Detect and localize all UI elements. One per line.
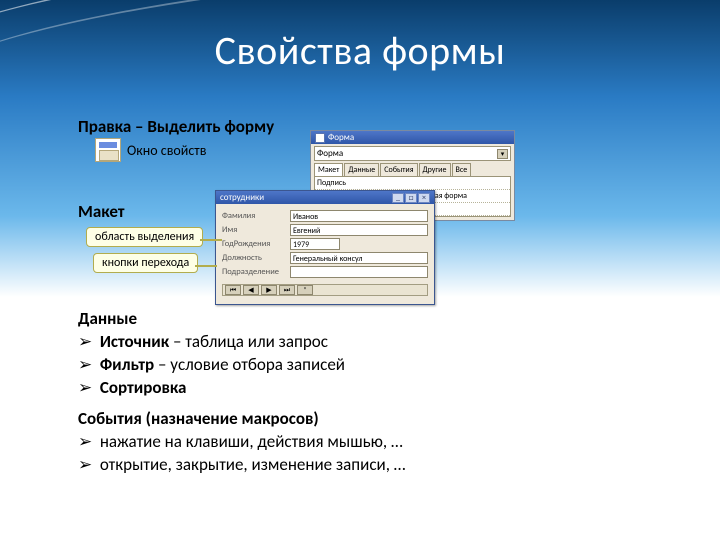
field-birthyear: ГодРождения 1979 bbox=[222, 238, 428, 250]
properties-window-label: Окно свойств bbox=[127, 142, 206, 159]
tab-other[interactable]: Другие bbox=[419, 163, 451, 176]
bullet-event-record: ➢ открытие, закрытие, изменение записи, … bbox=[78, 454, 660, 477]
field-position: Должность Генеральный консул bbox=[222, 252, 428, 264]
dialog-body: Фамилия Иванов Имя Евгений ГодРождения 1… bbox=[216, 204, 434, 304]
nav-next-button[interactable]: ▶ bbox=[261, 285, 277, 295]
nav-new-button[interactable]: * bbox=[297, 285, 313, 295]
bullet-arrow-icon: ➢ bbox=[78, 377, 96, 400]
bullet-arrow-icon: ➢ bbox=[78, 454, 96, 477]
field-firstname: Имя Евгений bbox=[222, 224, 428, 236]
callout-nav-buttons: кнопки перехода bbox=[93, 253, 198, 273]
dialog-titlebar: сотрудники _ □ × bbox=[216, 191, 434, 204]
employees-dialog: сотрудники _ □ × Фамилия Иванов Имя Евге… bbox=[215, 190, 435, 305]
propsheet-tabs: Макет Данные События Другие Все bbox=[311, 163, 514, 176]
propsheet-titlebar: Форма bbox=[311, 131, 514, 144]
minimize-icon[interactable]: _ bbox=[392, 193, 404, 203]
dialog-title: сотрудники bbox=[220, 192, 264, 203]
prop-row[interactable]: Подпись bbox=[315, 177, 510, 190]
section-data: Данные bbox=[78, 308, 660, 331]
bullet-event-keys: ➢ нажатие на клавиши, действия мышью, … bbox=[78, 431, 660, 454]
properties-icon bbox=[95, 138, 121, 162]
tab-data[interactable]: Данные bbox=[344, 163, 379, 176]
bullet-arrow-icon: ➢ bbox=[78, 431, 96, 454]
bullet-filter: ➢ Фильтр – условие отбора записей bbox=[78, 354, 660, 377]
department-input[interactable] bbox=[290, 266, 428, 278]
chevron-down-icon[interactable]: ▾ bbox=[497, 149, 508, 159]
section-events: События (назначение макросов) bbox=[78, 408, 660, 431]
nav-first-button[interactable]: ⏮ bbox=[225, 285, 241, 295]
bullet-arrow-icon: ➢ bbox=[78, 354, 96, 377]
tab-layout[interactable]: Макет bbox=[314, 163, 343, 176]
bullet-arrow-icon: ➢ bbox=[78, 331, 96, 354]
close-icon[interactable]: × bbox=[418, 193, 430, 203]
birthyear-input[interactable]: 1979 bbox=[290, 238, 340, 250]
firstname-input[interactable]: Евгений bbox=[290, 224, 428, 236]
maximize-icon[interactable]: □ bbox=[405, 193, 417, 203]
combo-value: Форма bbox=[317, 148, 343, 159]
tab-all[interactable]: Все bbox=[452, 163, 472, 176]
record-navigator: ⏮ ◀ ▶ ⏭ * bbox=[222, 284, 428, 296]
position-input[interactable]: Генеральный консул bbox=[290, 252, 428, 264]
callout-connector-icon bbox=[195, 261, 217, 271]
form-icon bbox=[315, 133, 325, 143]
tab-events[interactable]: События bbox=[380, 163, 417, 176]
nav-prev-button[interactable]: ◀ bbox=[243, 285, 259, 295]
nav-last-button[interactable]: ⏭ bbox=[279, 285, 295, 295]
field-lastname: Фамилия Иванов bbox=[222, 210, 428, 222]
callout-selection-area: область выделения bbox=[86, 227, 203, 247]
page-title: Свойства формы bbox=[0, 0, 720, 75]
bullet-source: ➢ Источник – таблица или запрос bbox=[78, 331, 660, 354]
propsheet-title: Форма bbox=[328, 132, 354, 143]
bullet-sort: ➢ Сортировка bbox=[78, 377, 660, 400]
callout-connector-icon bbox=[200, 235, 222, 245]
lastname-input[interactable]: Иванов bbox=[290, 210, 428, 222]
properties-window-button[interactable]: Окно свойств bbox=[95, 138, 206, 162]
field-department: Подразделение bbox=[222, 266, 428, 278]
object-selector-combo[interactable]: Форма ▾ bbox=[314, 146, 511, 161]
